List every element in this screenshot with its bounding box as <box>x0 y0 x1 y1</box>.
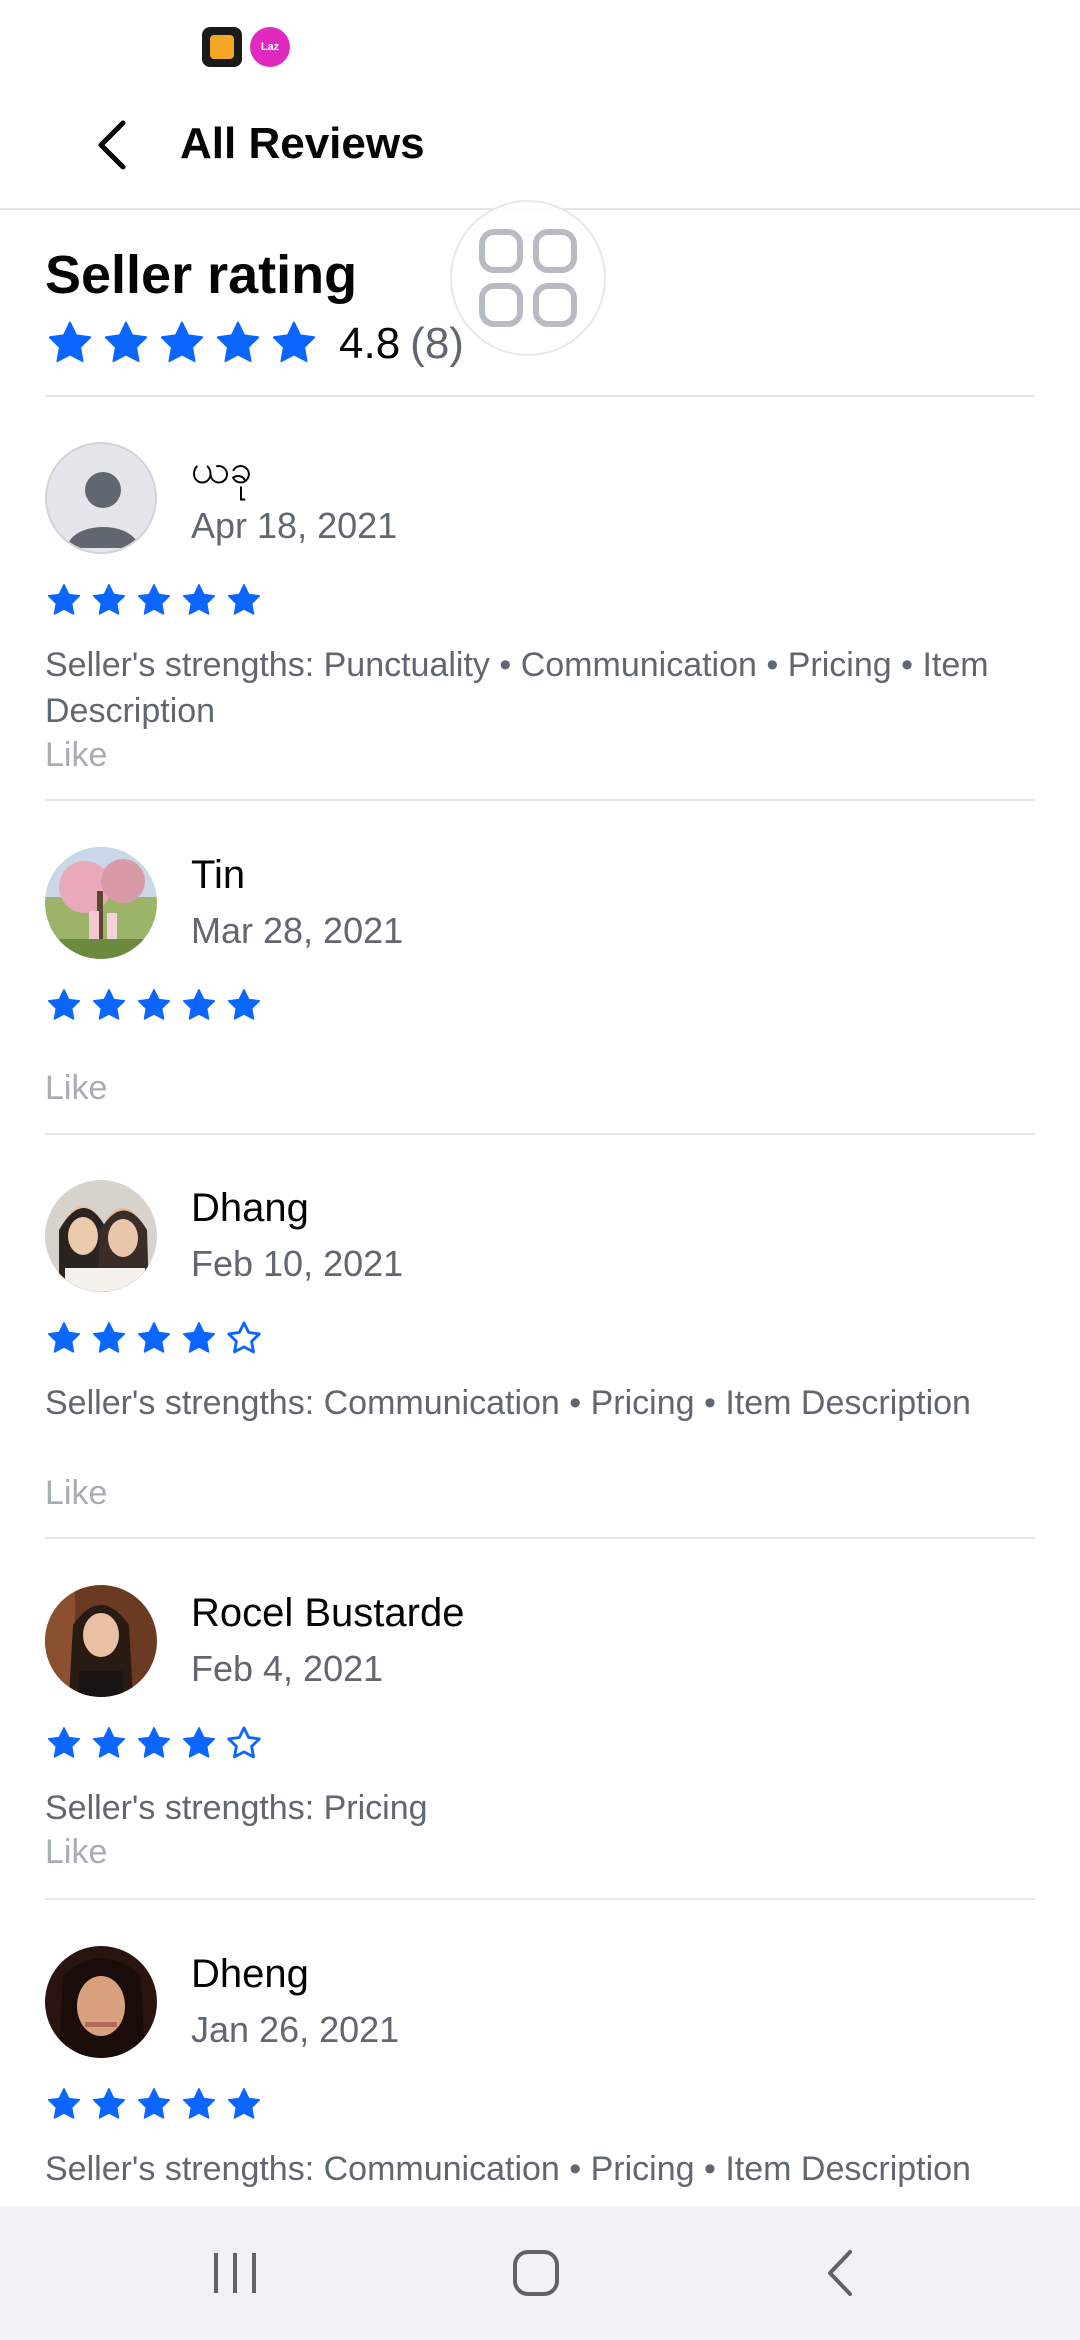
like-button[interactable]: Like <box>45 1065 107 1111</box>
like-button[interactable]: Like <box>45 1829 107 1875</box>
like-button[interactable]: Like <box>45 732 107 778</box>
star-filled-icon <box>182 1322 216 1353</box>
system-navigation-bar <box>0 2206 1080 2340</box>
avatar[interactable] <box>45 847 157 959</box>
star-filled-icon <box>47 584 81 615</box>
star-filled-icon <box>92 1727 126 1758</box>
star-filled-icon <box>227 584 261 615</box>
recent-apps-icon <box>214 2253 256 2293</box>
star-filled-icon <box>47 1322 81 1353</box>
seller-strengths: Seller's strengths: Communication • Pric… <box>45 2150 971 2188</box>
nav-back-button[interactable] <box>770 2228 910 2318</box>
star-filled-icon <box>137 584 171 615</box>
star-filled-icon <box>92 989 126 1020</box>
floating-quick-access-button[interactable] <box>450 200 606 356</box>
seller-strengths: Seller's strengths: Pricing <box>45 1789 428 1827</box>
star-filled-icon <box>137 1727 171 1758</box>
divider <box>45 395 1035 397</box>
review-star-rating <box>45 987 270 1025</box>
status-bar: Laz <box>0 0 1080 80</box>
review-star-rating <box>45 1320 270 1358</box>
reviewer-name[interactable]: Rocel Bustarde <box>191 1585 464 1641</box>
divider <box>45 1537 1035 1539</box>
lazada-label: Laz <box>260 41 280 53</box>
divider <box>45 1898 1035 1900</box>
review-star-rating <box>45 582 270 620</box>
game-app-icon <box>202 27 242 67</box>
star-empty-icon <box>227 1321 261 1354</box>
home-icon <box>513 2250 559 2296</box>
star-empty-icon <box>227 1726 261 1759</box>
review-date: Apr 18, 2021 <box>191 505 398 546</box>
star-filled-icon <box>47 1727 81 1758</box>
star-filled-icon <box>137 989 171 1020</box>
star-filled-icon <box>182 584 216 615</box>
star-filled-icon <box>92 2088 126 2119</box>
divider <box>45 1133 1035 1135</box>
review-date: Mar 28, 2021 <box>191 910 404 951</box>
star-filled-icon <box>216 321 260 363</box>
star-filled-icon <box>160 321 204 363</box>
review-date: Feb 10, 2021 <box>191 1243 404 1284</box>
star-filled-icon <box>137 2088 171 2119</box>
back-icon <box>828 2250 852 2296</box>
star-filled-icon <box>92 1322 126 1353</box>
star-filled-icon <box>272 321 316 363</box>
avatar[interactable] <box>45 1585 157 1697</box>
star-filled-icon <box>227 2088 261 2119</box>
reviewer-name[interactable]: ယခု <box>191 442 252 498</box>
default-avatar-icon[interactable] <box>45 442 157 554</box>
reviewer-name[interactable]: Tin <box>191 847 245 903</box>
star-filled-icon <box>48 321 92 363</box>
star-filled-icon <box>92 584 126 615</box>
recent-apps-button[interactable] <box>165 2228 305 2318</box>
star-filled-icon <box>104 321 148 363</box>
star-filled-icon <box>47 2088 81 2119</box>
reviewer-name[interactable]: Dheng <box>191 1946 309 2002</box>
star-filled-icon <box>227 989 261 1020</box>
star-filled-icon <box>137 1322 171 1353</box>
home-button[interactable] <box>466 2228 606 2318</box>
star-filled-icon <box>47 989 81 1020</box>
review-date: Jan 26, 2021 <box>191 2009 400 2050</box>
review-date: Feb 4, 2021 <box>191 1648 384 1689</box>
star-filled-icon <box>182 1727 216 1758</box>
chevron-left-icon <box>98 120 126 170</box>
review-star-rating <box>45 1725 270 1763</box>
reviewer-name[interactable]: Dhang <box>191 1180 309 1236</box>
summary-star-rating <box>45 319 325 369</box>
rating-score: 4.8 <box>339 319 401 368</box>
avatar[interactable] <box>45 1180 157 1292</box>
grid-apps-icon <box>479 229 577 327</box>
seller-strengths: Seller's strengths: Punctuality • Commun… <box>45 646 989 730</box>
like-button[interactable]: Like <box>45 1470 107 1516</box>
seller-strengths: Seller's strengths: Communication • Pric… <box>45 1384 971 1422</box>
star-filled-icon <box>182 2088 216 2119</box>
divider <box>45 799 1035 801</box>
page-title: All Reviews <box>180 119 425 168</box>
avatar[interactable] <box>45 1946 157 2058</box>
screen: Laz All Reviews Seller rating 4.8 (8) ယခ… <box>0 0 1080 2340</box>
header: All Reviews <box>0 80 1080 210</box>
back-button[interactable] <box>78 105 148 185</box>
rating-count: (8) <box>410 319 464 368</box>
star-filled-icon <box>182 989 216 1020</box>
lazada-app-icon: Laz <box>250 27 290 67</box>
review-star-rating <box>45 2086 270 2124</box>
